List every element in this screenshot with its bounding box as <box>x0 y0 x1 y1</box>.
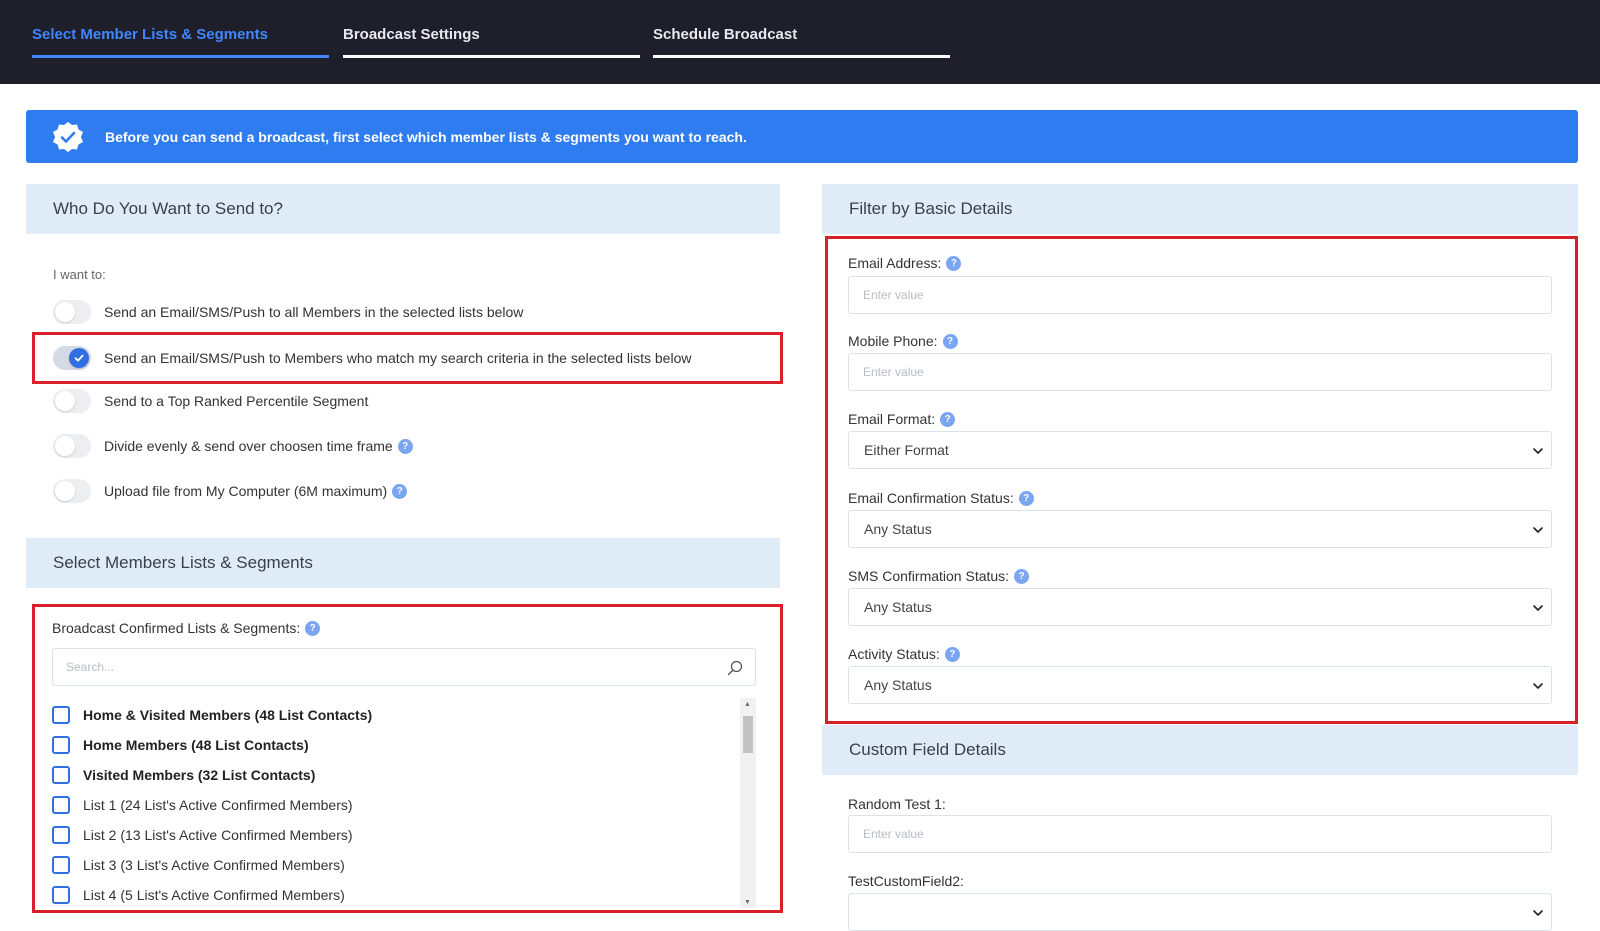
scroll-up-icon[interactable]: ▲ <box>744 701 751 708</box>
help-icon[interactable]: ? <box>942 333 958 349</box>
checkbox[interactable] <box>52 856 70 874</box>
email-address-input[interactable]: Enter value <box>848 276 1552 314</box>
send-option-divide-evenly[interactable]: Divide evenly & send over choosen time f… <box>53 432 413 460</box>
help-icon[interactable]: ? <box>944 646 960 662</box>
chevron-down-icon <box>1533 910 1543 916</box>
scroll-down-icon[interactable]: ▼ <box>744 899 751 906</box>
toggle-switch[interactable] <box>53 389 91 413</box>
custom-panel-header: Custom Field Details <box>822 725 1578 775</box>
option-label: Send an Email/SMS/Push to Members who ma… <box>104 350 692 366</box>
sms-confirmation-select[interactable]: Any Status <box>848 588 1552 626</box>
test-custom-field-label: TestCustomField2: <box>848 873 964 889</box>
email-confirmation-select[interactable]: Any Status <box>848 510 1552 548</box>
mobile-phone-input[interactable]: Enter value <box>848 353 1552 391</box>
help-icon[interactable]: ? <box>305 620 321 636</box>
verified-badge-icon <box>51 120 85 154</box>
help-icon[interactable]: ? <box>1014 568 1030 584</box>
help-icon[interactable]: ? <box>1018 490 1034 506</box>
custom-panel-title: Custom Field Details <box>849 740 1006 759</box>
lists-panel-header: Select Members Lists & Segments <box>26 538 780 588</box>
toggle-switch[interactable] <box>53 479 91 503</box>
list-item[interactable]: Home & Visited Members (48 List Contacts… <box>52 704 372 726</box>
broadcast-lists-label: Broadcast Confirmed Lists & Segments: ? <box>52 620 321 636</box>
lists-scrollbar[interactable]: ▲ ▼ <box>740 698 756 908</box>
tab-broadcast-settings[interactable]: Broadcast Settings <box>343 26 640 58</box>
list-item[interactable]: Visited Members (32 List Contacts) <box>52 764 315 786</box>
test-custom-field-select[interactable] <box>848 893 1552 931</box>
toggle-switch-on[interactable] <box>53 346 91 370</box>
help-icon[interactable]: ? <box>397 438 413 454</box>
sms-confirmation-label: SMS Confirmation Status: ? <box>848 568 1030 584</box>
info-banner: Before you can send a broadcast, first s… <box>26 110 1578 163</box>
email-confirmation-label: Email Confirmation Status: ? <box>848 490 1034 506</box>
list-item[interactable]: List 4 (5 List's Active Confirmed Member… <box>52 884 345 906</box>
lists-panel-title: Select Members Lists & Segments <box>53 553 313 572</box>
checkbox[interactable] <box>52 886 70 904</box>
option-label: Divide evenly & send over choosen time f… <box>104 438 393 454</box>
i-want-label: I want to: <box>53 267 106 282</box>
send-option-search-criteria[interactable]: Send an Email/SMS/Push to Members who ma… <box>53 344 691 372</box>
list-item[interactable]: Home Members (48 List Contacts) <box>52 734 309 756</box>
random-test-label: Random Test 1: <box>848 796 946 812</box>
top-nav-bar: Select Member Lists & Segments Broadcast… <box>0 0 1600 84</box>
chevron-down-icon <box>1533 683 1543 689</box>
checkbox[interactable] <box>52 706 70 724</box>
activity-status-select[interactable]: Any Status <box>848 666 1552 704</box>
email-format-select[interactable]: Either Format <box>848 431 1552 469</box>
scrollbar-thumb[interactable] <box>743 716 753 753</box>
checkbox[interactable] <box>52 766 70 784</box>
help-icon[interactable]: ? <box>392 483 408 499</box>
search-icon[interactable] <box>727 660 743 679</box>
send-option-all-members[interactable]: Send an Email/SMS/Push to all Members in… <box>53 298 523 326</box>
send-option-upload-file[interactable]: Upload file from My Computer (6M maximum… <box>53 477 408 505</box>
email-format-label: Email Format: ? <box>848 411 956 427</box>
tab-schedule-broadcast[interactable]: Schedule Broadcast <box>653 26 950 58</box>
toggle-switch[interactable] <box>53 434 91 458</box>
checkbox[interactable] <box>52 796 70 814</box>
check-icon <box>74 354 84 362</box>
help-icon[interactable]: ? <box>946 255 962 271</box>
send-option-top-ranked[interactable]: Send to a Top Ranked Percentile Segment <box>53 387 368 415</box>
email-address-label: Email Address: ? <box>848 255 962 271</box>
send-panel-title: Who Do You Want to Send to? <box>53 199 283 218</box>
list-item[interactable]: List 2 (13 List's Active Confirmed Membe… <box>52 824 353 846</box>
checkbox[interactable] <box>52 826 70 844</box>
banner-text: Before you can send a broadcast, first s… <box>105 128 747 145</box>
filter-panel-title: Filter by Basic Details <box>849 199 1013 218</box>
checkbox[interactable] <box>52 736 70 754</box>
chevron-down-icon <box>1533 605 1543 611</box>
list-item[interactable]: List 1 (24 List's Active Confirmed Membe… <box>52 794 353 816</box>
random-test-input[interactable]: Enter value <box>848 815 1552 853</box>
list-item[interactable]: List 3 (3 List's Active Confirmed Member… <box>52 854 345 876</box>
option-label: Send to a Top Ranked Percentile Segment <box>104 393 369 409</box>
tab-select-member-lists[interactable]: Select Member Lists & Segments <box>32 26 329 58</box>
chevron-down-icon <box>1533 448 1543 454</box>
option-label: Upload file from My Computer (6M maximum… <box>104 483 388 499</box>
toggle-switch[interactable] <box>53 300 91 324</box>
help-icon[interactable]: ? <box>940 411 956 427</box>
activity-status-label: Activity Status: ? <box>848 646 960 662</box>
mobile-phone-label: Mobile Phone: ? <box>848 333 958 349</box>
filter-panel-header: Filter by Basic Details <box>822 184 1578 234</box>
option-label: Send an Email/SMS/Push to all Members in… <box>104 304 524 320</box>
lists-search-input[interactable]: Search... <box>52 648 756 686</box>
chevron-down-icon <box>1533 527 1543 533</box>
send-panel-header: Who Do You Want to Send to? <box>26 184 780 234</box>
